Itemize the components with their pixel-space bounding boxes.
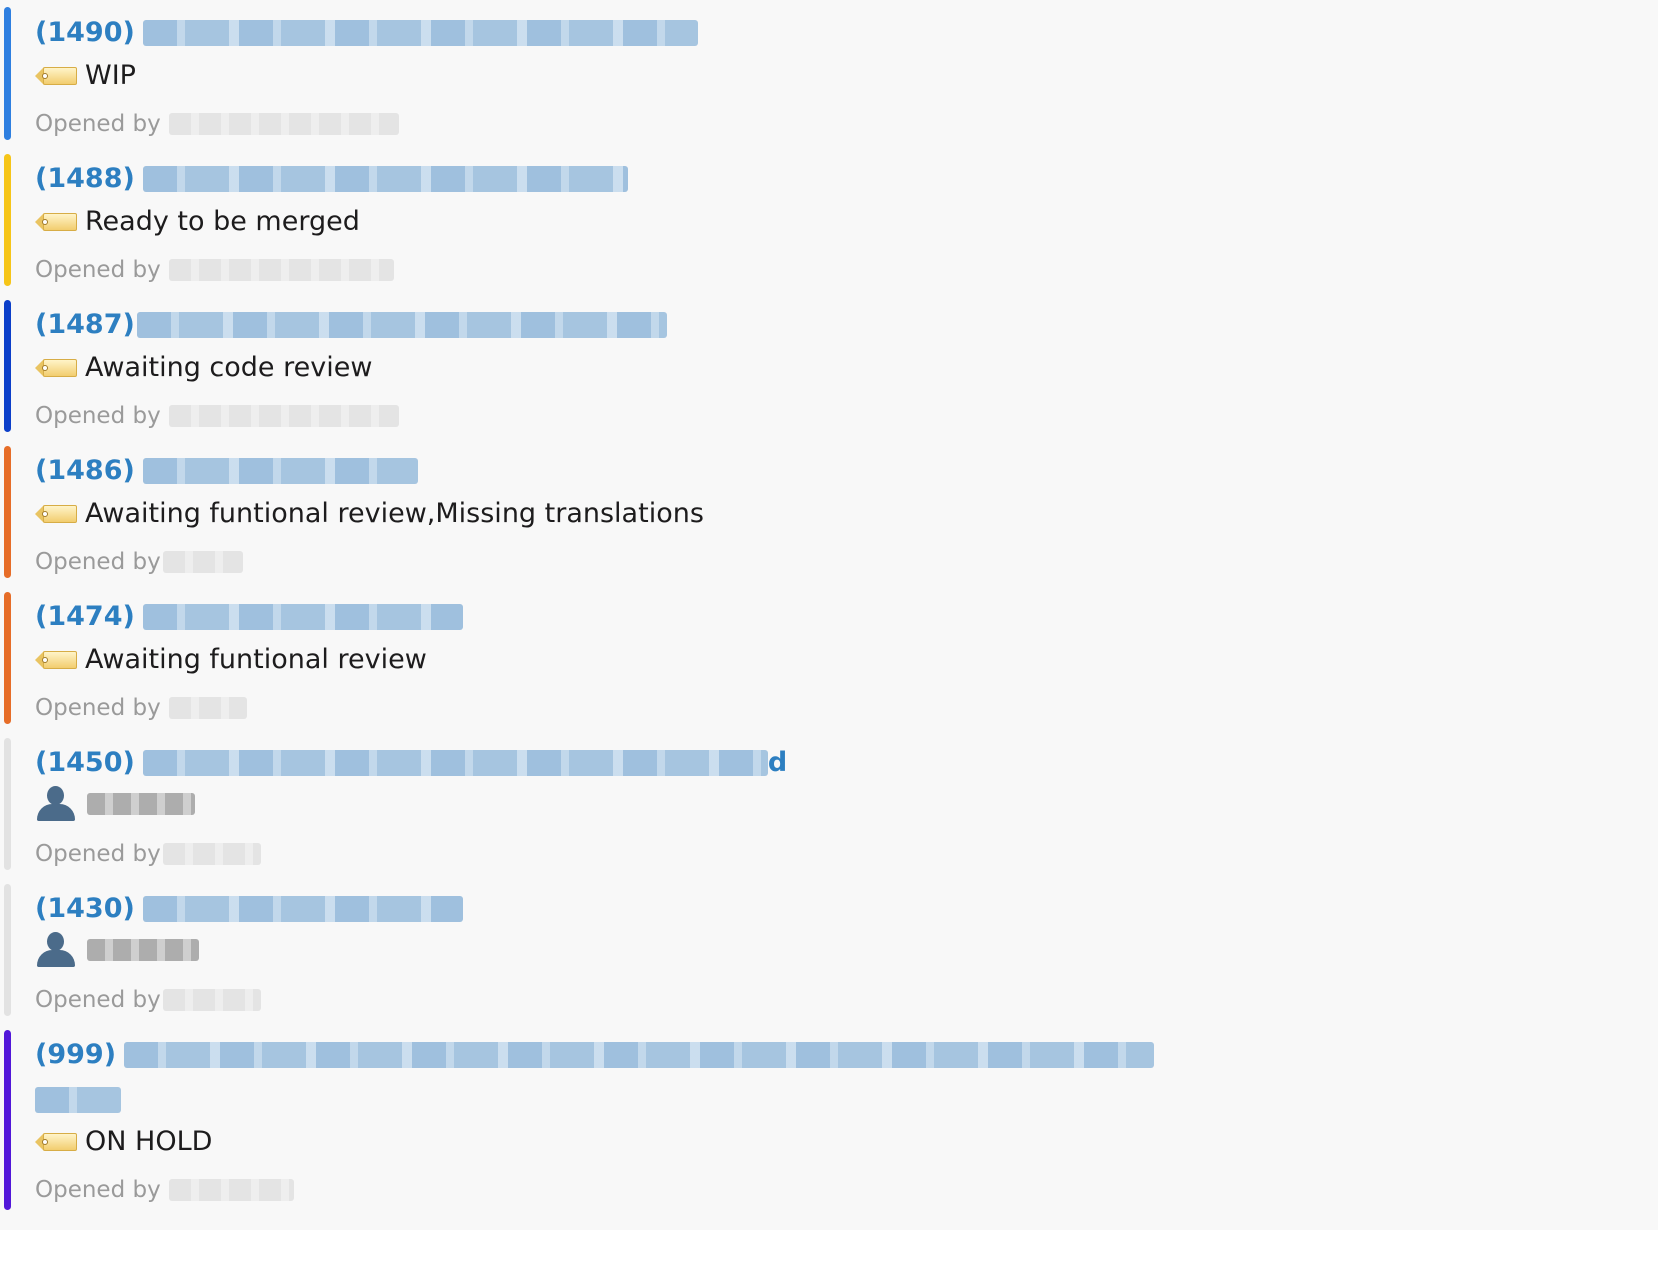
opened-by-row: Opened by [35,400,399,432]
pr-label-row: WIP [35,56,136,96]
tag-icon [35,211,77,233]
opened-by-row: Opened by [35,254,394,286]
pr-label: Awaiting code review [85,352,373,383]
status-color-bar [4,738,11,870]
pr-label: Ready to be merged [85,206,360,237]
author-name-redacted[interactable] [168,113,399,135]
pr-title-link[interactable]: (1474) [35,598,463,636]
status-color-bar [4,1030,11,1210]
pr-label: Awaiting funtional review,Missing transl… [85,498,704,529]
author-name-redacted[interactable] [162,551,243,573]
author-name-redacted[interactable] [162,989,261,1011]
tag-icon [35,649,77,671]
pr-number[interactable]: (1490) [35,14,135,52]
author-name-redacted[interactable] [168,405,399,427]
opened-by-row: Opened by [35,692,247,724]
opened-by-label: Opened by [35,841,161,867]
opened-by-label: Opened by [35,1177,161,1203]
pr-label: WIP [85,60,136,91]
opened-by-label: Opened by [35,695,161,721]
pr-title-link[interactable]: (1490) [35,14,698,52]
list-item: (1474) Awaiting funtional review Opened … [0,584,1200,724]
list-item: (1487) Awaiting code review Opened by [0,292,1200,432]
author-name-redacted[interactable] [162,843,261,865]
status-color-bar [4,884,11,1016]
list-item: (1450) d Opened by [0,730,1200,870]
pr-title-link[interactable]: (1487) [35,306,667,344]
opened-by-label: Opened by [35,403,161,429]
pr-title-redacted[interactable] [142,20,698,46]
author-name-redacted[interactable] [168,259,394,281]
pr-number[interactable]: (1474) [35,598,135,636]
opened-by-label: Opened by [35,549,161,575]
opened-by-row: Opened by [35,108,399,140]
pr-title-tail[interactable]: d [768,744,787,782]
tag-icon [35,357,77,379]
pr-number[interactable]: (1488) [35,160,135,198]
pr-assignee-row [35,932,199,972]
pr-title-link[interactable]: (1430) [35,890,463,928]
list-item: (1486) Awaiting funtional review,Missing… [0,438,1200,578]
pr-title-redacted-line2[interactable] [35,1087,121,1113]
status-color-bar [4,7,11,140]
status-color-bar [4,300,11,432]
tag-icon [35,503,77,525]
tag-icon [35,1131,77,1153]
tag-icon [35,65,77,87]
person-icon [35,932,77,968]
pull-request-list: (1490) WIP Opened by (1488) Ready to be … [0,0,1658,1230]
status-color-bar [4,446,11,578]
author-name-redacted[interactable] [168,1179,294,1201]
pr-number[interactable]: (1430) [35,890,135,928]
list-item: (1490) WIP Opened by [0,0,1200,140]
status-color-bar [4,592,11,724]
opened-by-label: Opened by [35,257,161,283]
opened-by-label: Opened by [35,111,161,137]
opened-by-row: Opened by [35,838,261,870]
pr-title-redacted[interactable] [142,604,463,630]
pr-title-redacted[interactable] [142,166,628,192]
opened-by-row: Opened by [35,984,261,1016]
pr-title-redacted[interactable] [142,896,463,922]
pr-label: ON HOLD [85,1126,213,1157]
status-color-bar [4,154,11,286]
pr-label: Awaiting funtional review [85,644,427,675]
pr-title-redacted[interactable] [124,1042,1155,1068]
pr-title-redacted[interactable] [142,750,768,776]
person-icon [35,786,77,822]
opened-by-row: Opened by [35,546,243,578]
pr-number[interactable]: (1487) [35,306,135,344]
pr-label-row: Awaiting code review [35,348,372,388]
author-name-redacted[interactable] [168,697,247,719]
pr-title-link[interactable]: (1450) d [35,744,787,782]
assignee-name-redacted[interactable] [87,793,195,815]
pr-title-redacted[interactable] [142,458,418,484]
pr-title-redacted[interactable] [136,312,667,338]
assignee-name-redacted[interactable] [87,939,199,961]
pr-title-link[interactable]: (999) [35,1036,1155,1074]
opened-by-row: Opened by [35,1174,294,1206]
opened-by-label: Opened by [35,987,161,1013]
pr-number[interactable]: (1450) [35,744,135,782]
list-item: (1430) Opened by [0,876,1200,1016]
pr-label-row: Awaiting funtional review,Missing transl… [35,494,704,534]
list-item: (1488) Ready to be merged Opened by [0,146,1200,286]
pr-label-row: Ready to be merged [35,202,360,242]
pr-number[interactable]: (1486) [35,452,135,490]
pr-label-row: Awaiting funtional review [35,640,427,680]
pr-title-link[interactable]: (1486) [35,452,418,490]
pr-title-link[interactable]: (1488) [35,160,628,198]
pr-assignee-row [35,786,195,826]
pr-label-row: ON HOLD [35,1122,212,1162]
pr-number[interactable]: (999) [35,1036,116,1074]
